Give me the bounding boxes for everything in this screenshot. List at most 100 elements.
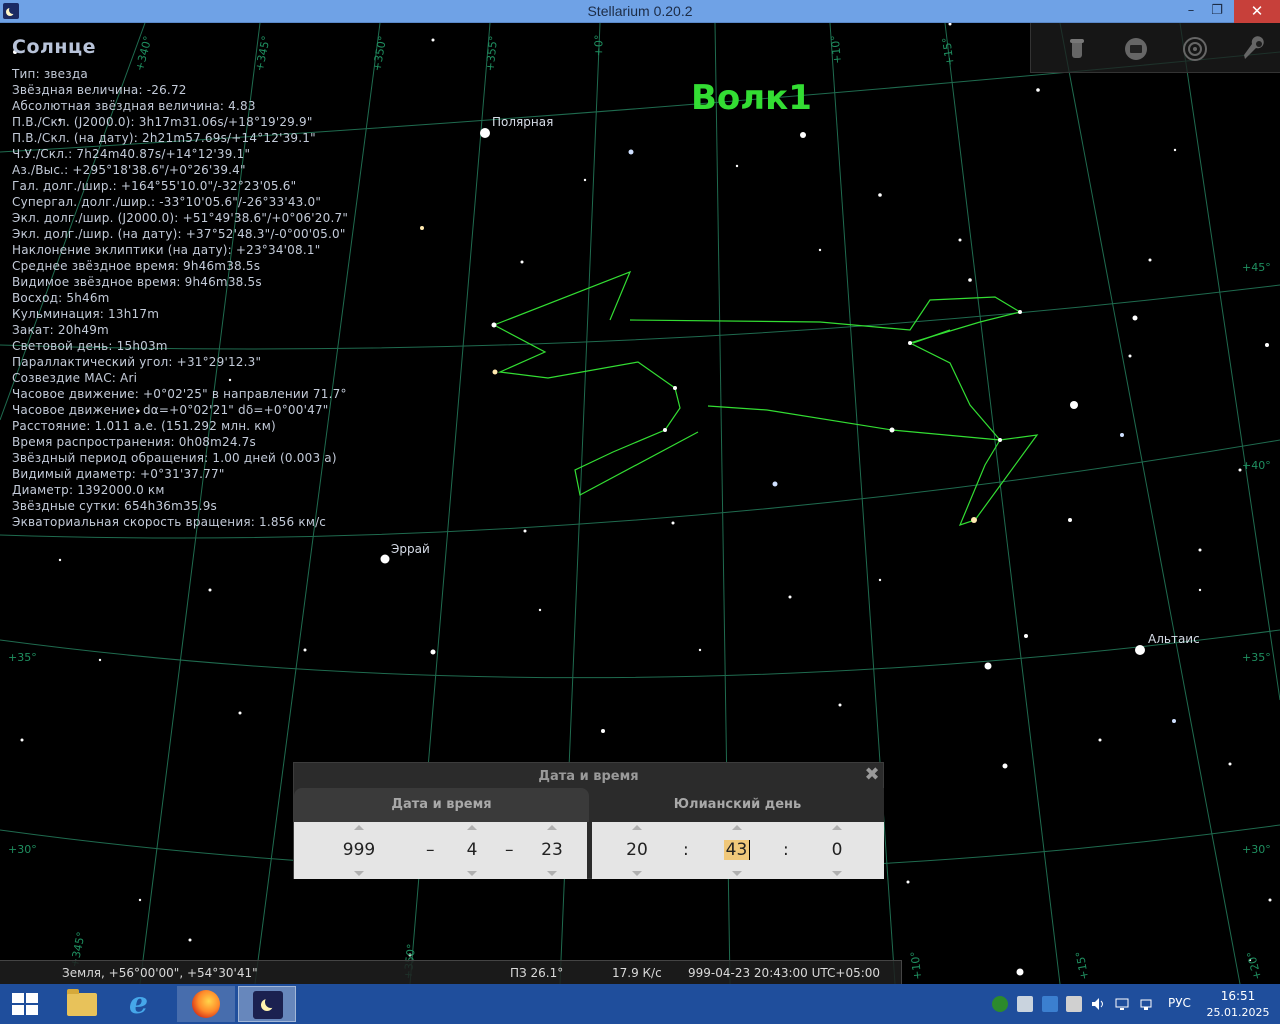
star[interactable] bbox=[1198, 548, 1202, 552]
star[interactable] bbox=[968, 278, 972, 282]
day-spinner[interactable]: 23 bbox=[532, 822, 572, 879]
close-window-button[interactable]: ✕ bbox=[1234, 0, 1280, 23]
star[interactable] bbox=[1098, 738, 1102, 742]
wrench-icon[interactable] bbox=[1240, 35, 1268, 63]
star[interactable] bbox=[1173, 148, 1177, 152]
star[interactable] bbox=[800, 132, 806, 138]
spin-up-icon[interactable] bbox=[354, 825, 364, 830]
star[interactable] bbox=[188, 938, 192, 942]
star[interactable] bbox=[98, 658, 102, 662]
title-bar[interactable]: Stellarium 0.20.2 – ❐ ✕ bbox=[0, 0, 1280, 23]
star[interactable] bbox=[1228, 762, 1232, 766]
star[interactable] bbox=[138, 898, 142, 902]
clock-time[interactable]: 16:51 bbox=[1208, 989, 1268, 1003]
dialog-close-button[interactable]: ✖ bbox=[862, 765, 882, 785]
day-value[interactable]: 23 bbox=[532, 840, 572, 860]
hour-value[interactable]: 20 bbox=[612, 840, 662, 860]
taskbar-stellarium[interactable] bbox=[238, 986, 296, 1022]
star[interactable] bbox=[698, 648, 702, 652]
minimize-button[interactable]: – bbox=[1180, 0, 1202, 23]
star[interactable] bbox=[601, 729, 605, 733]
star[interactable] bbox=[492, 369, 498, 375]
minute-value-wrap[interactable]: 43 bbox=[712, 840, 762, 860]
clock-date[interactable]: 25.01.2025 bbox=[1200, 1006, 1276, 1019]
language-indicator[interactable]: РУС bbox=[1168, 996, 1191, 1010]
star[interactable] bbox=[491, 322, 497, 328]
start-button[interactable] bbox=[0, 986, 58, 1022]
star[interactable] bbox=[1024, 634, 1028, 638]
star[interactable] bbox=[998, 438, 1002, 442]
star[interactable] bbox=[20, 738, 24, 742]
star[interactable] bbox=[838, 703, 842, 707]
star[interactable] bbox=[538, 608, 542, 612]
spin-down-icon[interactable] bbox=[467, 871, 477, 876]
star[interactable] bbox=[1016, 968, 1024, 976]
star[interactable] bbox=[480, 128, 490, 138]
spin-down-icon[interactable] bbox=[832, 871, 842, 876]
star[interactable] bbox=[908, 341, 912, 345]
star-label-polaris[interactable]: Полярная bbox=[492, 115, 553, 129]
star[interactable] bbox=[948, 23, 952, 26]
star[interactable] bbox=[1198, 588, 1202, 592]
star[interactable] bbox=[1120, 433, 1124, 437]
action-center-flag-icon[interactable] bbox=[1066, 996, 1082, 1012]
star[interactable] bbox=[772, 481, 778, 487]
month-spinner[interactable]: 4 bbox=[452, 822, 492, 879]
star[interactable] bbox=[1036, 88, 1040, 92]
star[interactable] bbox=[430, 649, 436, 655]
star[interactable] bbox=[958, 238, 962, 242]
star[interactable] bbox=[673, 386, 677, 390]
star[interactable] bbox=[818, 248, 822, 252]
year-spinner[interactable]: 999 bbox=[334, 822, 384, 879]
status-location[interactable]: Земля, +56°00'00", +54°30'41" bbox=[62, 966, 258, 980]
star[interactable] bbox=[788, 595, 792, 599]
year-value[interactable]: 999 bbox=[334, 840, 384, 860]
star[interactable] bbox=[878, 193, 882, 197]
star[interactable] bbox=[1068, 518, 1072, 522]
spin-up-icon[interactable] bbox=[732, 825, 742, 830]
star[interactable] bbox=[431, 38, 435, 42]
star[interactable] bbox=[1070, 401, 1078, 409]
star[interactable] bbox=[984, 662, 992, 670]
tab-date-time[interactable]: Дата и время bbox=[294, 788, 589, 822]
volume-icon[interactable] bbox=[1090, 996, 1106, 1012]
status-datetime[interactable]: 999-04-23 20:43:00 UTC+05:00 bbox=[688, 966, 880, 980]
star[interactable] bbox=[628, 149, 634, 155]
star[interactable] bbox=[671, 521, 675, 525]
star-label-altais[interactable]: Альтаис bbox=[1148, 632, 1200, 646]
star[interactable] bbox=[1172, 719, 1176, 723]
star[interactable] bbox=[1002, 763, 1008, 769]
second-spinner[interactable]: 0 bbox=[812, 822, 862, 879]
telescope-icon[interactable] bbox=[1063, 35, 1091, 63]
tab-julian-day[interactable]: Юлианский день bbox=[591, 788, 884, 822]
spin-up-icon[interactable] bbox=[467, 825, 477, 830]
star[interactable] bbox=[520, 260, 524, 264]
spin-up-icon[interactable] bbox=[632, 825, 642, 830]
star[interactable] bbox=[1018, 310, 1022, 314]
spin-down-icon[interactable] bbox=[732, 871, 742, 876]
star[interactable] bbox=[1132, 315, 1138, 321]
spin-up-icon[interactable] bbox=[832, 825, 842, 830]
star[interactable] bbox=[971, 517, 977, 523]
network-icon[interactable] bbox=[1114, 996, 1130, 1012]
hour-spinner[interactable]: 20 bbox=[612, 822, 662, 879]
taskbar-internet-explorer[interactable]: e bbox=[114, 986, 172, 1022]
star[interactable] bbox=[1265, 343, 1269, 347]
star[interactable] bbox=[238, 711, 242, 715]
star[interactable] bbox=[420, 226, 424, 230]
printer-icon[interactable] bbox=[1017, 996, 1033, 1012]
star[interactable] bbox=[523, 529, 527, 533]
star[interactable] bbox=[1148, 258, 1152, 262]
star[interactable] bbox=[380, 554, 390, 564]
maximize-button[interactable]: ❐ bbox=[1206, 0, 1228, 23]
star[interactable] bbox=[583, 178, 587, 182]
star[interactable] bbox=[58, 558, 62, 562]
star[interactable] bbox=[303, 648, 307, 652]
taskbar-file-explorer[interactable] bbox=[52, 986, 110, 1022]
star[interactable] bbox=[878, 578, 882, 582]
star-label-errai[interactable]: Эррай bbox=[391, 542, 430, 556]
star[interactable] bbox=[1135, 645, 1145, 655]
usb-icon[interactable] bbox=[1138, 996, 1154, 1012]
settings-tray-icon[interactable] bbox=[1042, 996, 1058, 1012]
spin-down-icon[interactable] bbox=[632, 871, 642, 876]
